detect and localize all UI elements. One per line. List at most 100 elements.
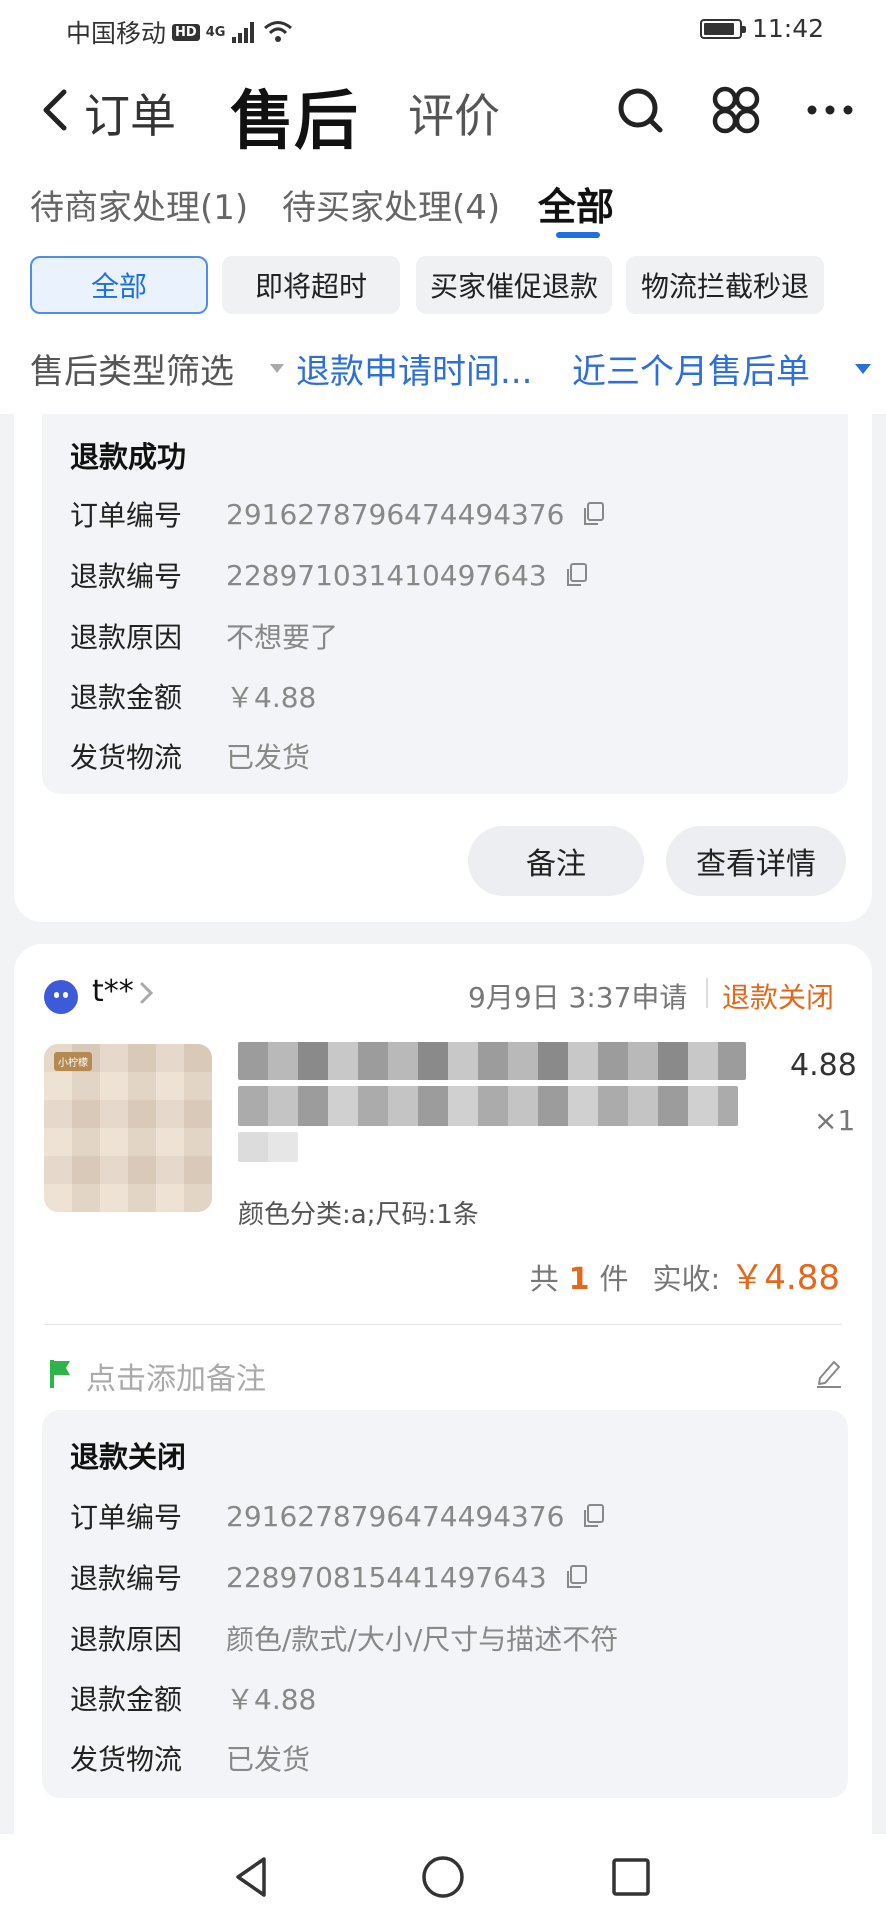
hd-badge: HD	[172, 23, 200, 41]
info-label: 退款编号	[70, 560, 183, 593]
received-amount: ￥4.88	[730, 1258, 840, 1298]
refund-amount: ￥4.88	[226, 681, 317, 714]
date-range-filter[interactable]: 近三个月售后单	[572, 344, 810, 393]
refund-info-box: 退款关闭 订单编号 2916278796474494376 退款编号 22897…	[42, 1410, 848, 1798]
back-arrow-icon[interactable]	[36, 86, 76, 134]
nav-order[interactable]: 订单	[84, 80, 176, 146]
copy-icon[interactable]	[563, 1564, 589, 1590]
order-number: 2916278796474494376	[226, 497, 565, 531]
nav-review[interactable]: 评价	[408, 80, 500, 146]
edit-icon[interactable]	[814, 1356, 844, 1388]
info-row-order-no: 订单编号 2916278796474494376	[70, 494, 606, 534]
nav-home-icon[interactable]	[418, 1852, 468, 1902]
tab-pending-buyer[interactable]: 待买家处理(4)	[282, 180, 500, 229]
flag-icon	[50, 1360, 70, 1388]
system-nav-bar	[0, 1834, 886, 1920]
status-left: 中国移动 HD 4G	[66, 14, 293, 50]
tab-all[interactable]: 全部	[538, 176, 614, 231]
note-button[interactable]: 备注	[468, 826, 644, 896]
refund-info-box: 退款成功 订单编号 2916278796474494376 退款编号 22897…	[42, 414, 848, 794]
range-filter-caret-icon	[855, 364, 871, 374]
info-label: 订单编号	[70, 1501, 183, 1534]
info-row-amount: 退款金额 ￥4.88	[70, 676, 316, 716]
thumb-tag: 小柠檬	[54, 1052, 92, 1071]
info-label: 发货物流	[70, 741, 183, 774]
nav-aftersale[interactable]: 售后	[230, 70, 358, 162]
divider	[706, 978, 708, 1008]
shipping-status: 已发货	[226, 741, 311, 774]
top-nav: 订单 售后 评价	[0, 60, 886, 160]
blurred-product-title	[238, 1086, 738, 1126]
status-right: 11:42	[699, 14, 824, 43]
chevron-right-icon[interactable]	[138, 980, 156, 1006]
refund-status-title: 退款成功	[70, 440, 187, 474]
more-icon[interactable]	[802, 82, 858, 138]
info-label: 退款原因	[70, 621, 183, 654]
copy-icon[interactable]	[563, 562, 589, 588]
nav-recents-icon[interactable]	[606, 1852, 656, 1902]
nav-back-icon[interactable]	[228, 1852, 278, 1902]
status-bar: 中国移动 HD 4G 11:42	[0, 0, 886, 60]
chip-logistics-intercept[interactable]: 物流拦截秒退	[626, 256, 824, 314]
filter-bar: 售后类型筛选 退款申请时间... 近三个月售后单	[0, 332, 886, 414]
wifi-icon	[264, 21, 293, 42]
item-unit: 件	[599, 1262, 629, 1296]
refund-time-filter[interactable]: 退款申请时间...	[296, 344, 556, 393]
refund-number: 228970815441497643	[226, 1560, 547, 1594]
order-number: 2916278796474494376	[226, 1499, 565, 1533]
copy-icon[interactable]	[580, 1503, 606, 1529]
info-row-logistics: 发货物流 已发货	[70, 1738, 310, 1778]
view-detail-button[interactable]: 查看详情	[666, 826, 846, 896]
info-label: 退款金额	[70, 1683, 183, 1716]
aftersale-type-filter[interactable]: 售后类型筛选	[30, 344, 234, 393]
info-row-refund-no: 退款编号 228970815441497643	[70, 1557, 589, 1597]
clock: 11:42	[751, 14, 824, 43]
total-prefix: 共	[529, 1262, 559, 1296]
buyer-name[interactable]: t**	[92, 974, 134, 1009]
info-label: 订单编号	[70, 499, 183, 532]
tab-pending-merchant[interactable]: 待商家处理(1)	[30, 180, 248, 229]
copy-icon[interactable]	[580, 501, 606, 527]
product-thumbnail[interactable]: 小柠檬	[44, 1044, 212, 1212]
blurred-product-title	[238, 1042, 746, 1080]
search-icon[interactable]	[612, 82, 668, 138]
info-row-amount: 退款金额 ￥4.88	[70, 1678, 316, 1718]
info-row-reason: 退款原因 颜色/款式/大小/尺寸与描述不符	[70, 1618, 618, 1658]
refund-number: 228971031410497643	[226, 558, 547, 592]
info-row-refund-no: 退款编号 228971031410497643	[70, 555, 589, 595]
product-quantity: ×1	[814, 1104, 856, 1137]
apply-time: 9月9日 3:37申请	[468, 981, 688, 1014]
add-note-link[interactable]: 点击添加备注	[86, 1354, 266, 1398]
product-price: 4.88	[790, 1048, 857, 1083]
network-type: 4G	[205, 24, 226, 40]
status-tabs: 待商家处理(1) 待买家处理(4) 全部	[0, 160, 886, 248]
info-row-reason: 退款原因 不想要了	[70, 616, 338, 656]
refund-reason: 颜色/款式/大小/尺寸与描述不符	[226, 1623, 619, 1656]
type-filter-caret-icon	[270, 364, 284, 373]
received-label: 实收:	[652, 1262, 721, 1296]
signal-icon	[232, 22, 255, 43]
refund-status-badge: 退款关闭	[722, 981, 835, 1014]
chip-timeout-soon[interactable]: 即将超时	[222, 256, 400, 314]
chip-buyer-urge[interactable]: 买家催促退款	[416, 256, 612, 314]
divider	[44, 1324, 842, 1325]
shipping-status: 已发货	[226, 1743, 311, 1776]
aftersale-card: 退款成功 订单编号 2916278796474494376 退款编号 22897…	[14, 414, 872, 922]
aftersale-card: t** 9月9日 3:37申请 退款关闭 小柠檬 4.88 ×1 颜色分类:a;…	[14, 944, 872, 1834]
tab-active-indicator	[556, 232, 600, 238]
info-label: 退款编号	[70, 1562, 183, 1595]
chip-all[interactable]: 全部	[30, 256, 208, 314]
buyer-avatar	[44, 980, 78, 1014]
info-label: 退款金额	[70, 681, 183, 714]
order-total: 共 1 件 实收: ￥4.88	[530, 1250, 840, 1299]
apps-icon[interactable]	[708, 82, 764, 138]
refund-status-title: 退款关闭	[70, 1440, 187, 1474]
blurred-product-title	[238, 1132, 298, 1162]
refund-amount: ￥4.88	[226, 1683, 317, 1716]
battery-icon	[699, 18, 746, 39]
quick-filter-chips: 全部 即将超时 买家催促退款 物流拦截秒退	[0, 248, 886, 332]
info-label: 发货物流	[70, 1743, 183, 1776]
carrier-name: 中国移动	[66, 19, 167, 48]
info-row-order-no: 订单编号 2916278796474494376	[70, 1496, 606, 1536]
info-row-logistics: 发货物流 已发货	[70, 736, 310, 776]
